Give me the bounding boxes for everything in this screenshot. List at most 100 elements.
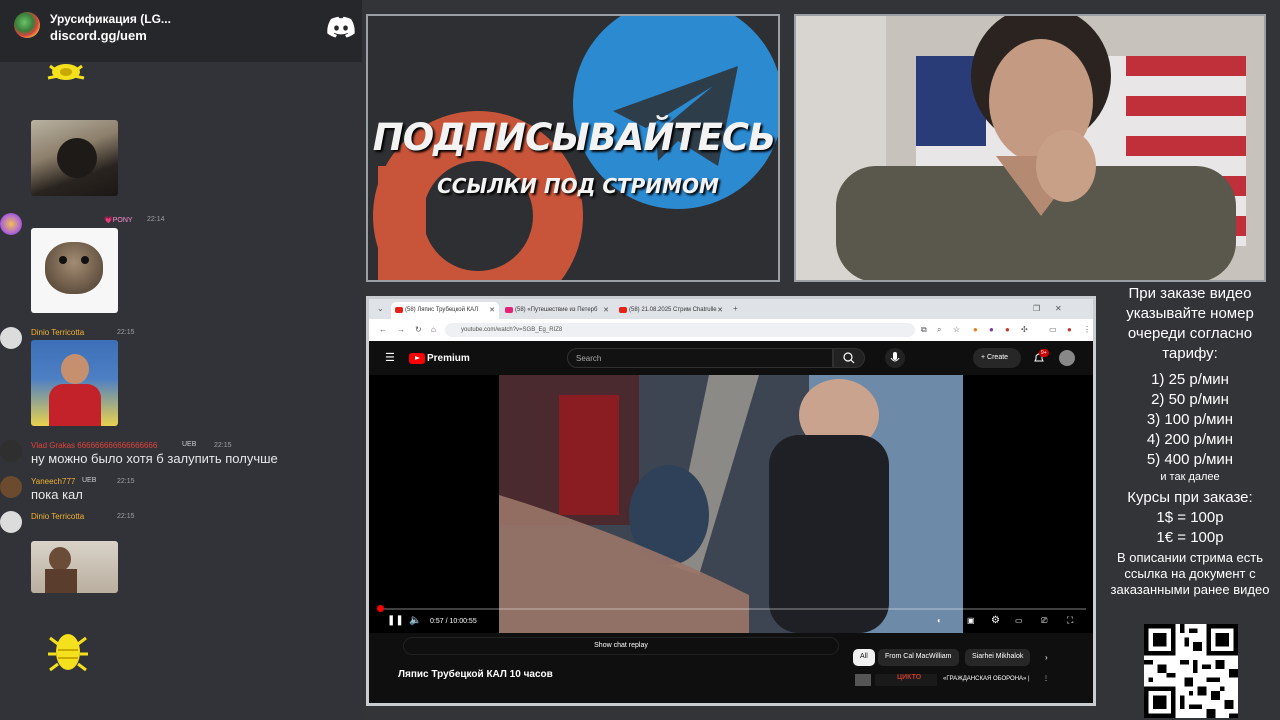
tab-list-icon[interactable]: ⌄ [377,304,384,313]
youtube-favicon-icon [395,307,403,313]
search-button[interactable] [833,348,865,368]
tab-label: (58) 21.08.2025 Стрим Chatrulle [629,307,717,313]
user-avatar[interactable] [0,440,22,462]
reload-icon[interactable]: ↻ [415,325,422,334]
user-avatar[interactable] [0,476,22,498]
close-icon[interactable]: ✕ [489,306,495,314]
fullscreen-icon[interactable]: ⛶ [1067,615,1073,626]
recommended-video[interactable]: ЦИКТО «ГРАЖДАНСКАЯ ОБОРОНА» | ⋮ [855,674,1055,688]
chat-image[interactable] [31,120,118,196]
tab-video[interactable]: (58) Ляпис Трубецкой КАЛ ✕ [391,302,499,319]
youtube-favicon-icon [619,307,627,313]
tab-2[interactable]: (58) «Путешествие из Петерб ✕ [501,302,613,319]
tab-bar: ⌄ (58) Ляпис Трубецкой КАЛ ✕ (58) «Путеш… [369,299,1093,319]
profile-icon[interactable]: ● [1067,325,1072,334]
rate-item: 1$ = 100р [1156,509,1224,526]
qr-code [1144,624,1238,718]
close-window-icon[interactable]: ✕ [1055,304,1062,313]
username[interactable]: Dinio Terricotta [31,328,84,337]
progress-bar[interactable] [377,605,1086,612]
tariff-item: 4) 200 р/мин [1146,431,1234,448]
close-icon[interactable]: ✕ [603,306,609,314]
sidebar-icon[interactable]: ▭ [1049,325,1057,334]
install-icon[interactable]: ⧉ [921,325,927,335]
subscribe-promo-panel: ПОДПИСЫВАЙТЕСЬ ССЫЛКИ ПОД СТРИМОМ [366,14,780,282]
close-icon[interactable]: ✕ [717,306,723,314]
tab-label: (58) «Путешествие из Петерб [515,307,598,313]
home-icon[interactable]: ⌂ [431,325,436,334]
tariff-item: 2) 50 р/мин [1151,391,1229,408]
discord-logo-icon [327,16,355,38]
show-chat-replay-button[interactable]: Show chat replay [403,637,839,655]
tab-label: (58) Ляпис Трубецкой КАЛ [405,307,479,313]
pause-icon[interactable]: ❚❚ [387,615,404,626]
zoom-icon[interactable]: ⌕ [937,325,941,335]
youtube-brand[interactable]: Premium [427,353,470,364]
rates-heading: Курсы при заказе: [1127,489,1253,506]
create-label: Create [987,354,1009,361]
chip-from-channel[interactable]: From Cal MacWilliam [878,649,959,666]
youtube-logo-icon[interactable] [409,353,425,364]
message-text: ну можно было хотя б залупить получше [31,451,278,466]
chevron-right-icon[interactable]: › [1045,653,1048,662]
microphone-icon [890,352,900,362]
username[interactable]: Yaneech777 [31,477,75,486]
bug-emoji-icon [48,634,88,672]
extension-icon[interactable]: ● [1005,325,1010,334]
more-options-icon[interactable]: ⋮ [1043,675,1049,682]
back-icon[interactable]: ← [379,325,387,334]
webcam-feed [794,14,1266,282]
tariff-item: 1) 25 р/мин [1151,371,1229,388]
menu-icon[interactable]: ⋮ [1083,325,1091,334]
volume-icon[interactable]: 🔈 [409,615,421,626]
chat-image[interactable] [31,340,118,426]
recommended-thumb [855,674,871,686]
captions-icon[interactable]: ▣ [967,616,975,625]
webcam-image [796,16,1264,280]
server-title: Урусификация (LG... [50,12,171,26]
bookmark-star-icon[interactable]: ☆ [953,325,960,334]
chip-all[interactable]: All [853,649,875,666]
new-tab-icon[interactable]: + [733,304,738,313]
watch-page-below: Show chat replay Ляпис Трубецкой КАЛ 10 … [369,633,1093,703]
autoplay-toggle-icon[interactable]: ◐ [937,616,942,625]
server-icon [14,12,40,38]
username[interactable]: Dinio Terricotta [31,512,84,521]
user-avatar[interactable] [0,327,22,349]
extensions-puzzle-icon[interactable]: ✣ [1021,325,1028,334]
chat-image[interactable] [31,541,118,593]
search-input[interactable]: Search [567,348,833,368]
hamburger-menu-icon[interactable]: ☰ [385,351,395,364]
cast-icon[interactable]: ⎚ [1041,616,1047,626]
account-avatar[interactable] [1059,350,1075,366]
progress-scrubber[interactable] [377,605,384,612]
user-avatar[interactable] [0,213,22,235]
promo-headline: ПОДПИСЫВАЙТЕСЬ [372,116,776,159]
forward-icon[interactable]: → [397,325,405,334]
tab-3[interactable]: (58) 21.08.2025 Стрим Chatrulle ✕ [615,302,727,319]
user-badge: 💗PONY [104,217,133,224]
username[interactable]: Vlad Grakas 666666666666666666 [31,441,157,450]
extension-icon[interactable]: ● [973,325,978,334]
restore-icon[interactable]: ❐ [1033,304,1040,313]
address-bar: ← → ↻ ⌂ youtube.com/watch?v=SGB_Eg_RIZ8 … [369,319,1093,341]
discord-chat-overlay: Урусификация (LG... discord.gg/uem 💗PONY… [0,0,362,720]
user-avatar[interactable] [0,511,22,533]
recommended-title: «ГРАЖДАНСКАЯ ОБОРОНА» | [943,676,1030,682]
settings-gear-icon[interactable]: ⚙ [991,615,1000,626]
message-time: 22:15 [117,478,135,485]
message-time: 22:14 [147,216,165,223]
chip-artist[interactable]: Siarhei Mikhalok [965,649,1031,666]
order-info-panel: При заказе видео указывайте номер очеред… [1100,282,1280,720]
description-note: В описании стрима есть ссылка на докумен… [1110,550,1270,597]
extension-icon[interactable]: ● [989,325,994,334]
video-player[interactable]: ❚❚ 🔈 0:57 / 10:00:55 ◐ ▣ ⚙ ▭ ⎚ ⛶ [369,375,1093,633]
voice-search-button[interactable] [885,348,905,368]
url-field[interactable]: youtube.com/watch?v=SGB_Eg_RIZ8 [445,323,915,337]
message-time: 22:15 [117,513,135,520]
user-badge: UEB [182,441,197,448]
create-button[interactable]: + Create [973,348,1021,368]
chat-sticker[interactable] [31,228,118,313]
miniplayer-icon[interactable]: ▭ [1015,616,1023,625]
time-display: 0:57 / 10:00:55 [430,618,477,625]
